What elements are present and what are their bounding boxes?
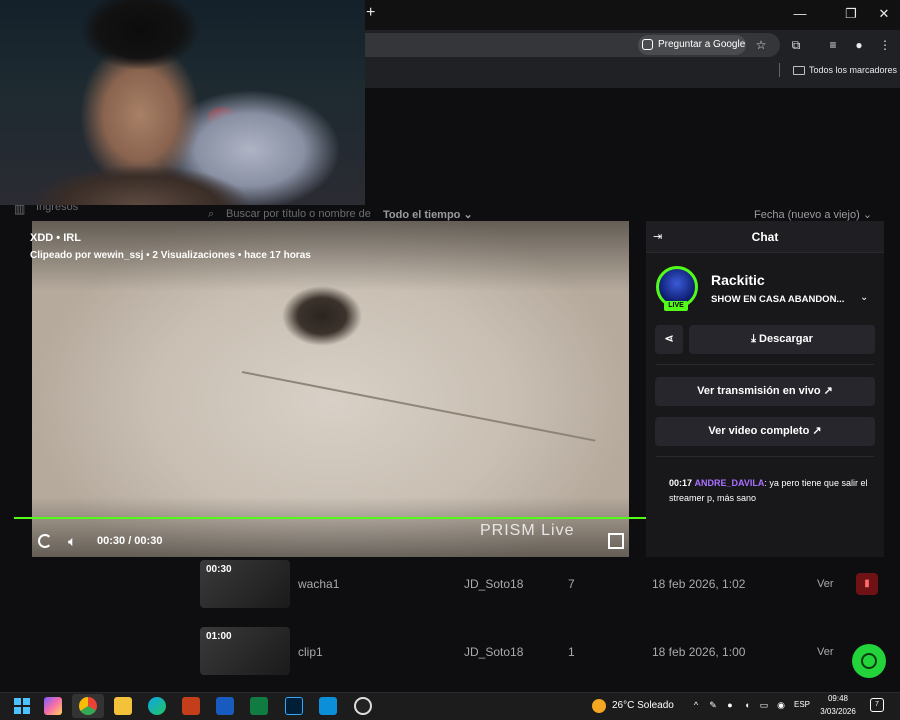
watch-live-label: Ver transmisión en vivo	[697, 385, 821, 397]
watch-live-button[interactable]: Ver transmisión en vivo ↗	[655, 377, 875, 406]
external-link-icon: ↗	[823, 385, 833, 397]
profile-icon[interactable]: ●	[850, 36, 868, 54]
progress-bar[interactable]	[14, 517, 646, 519]
chat-username[interactable]: ANDRE_DAVILA	[695, 478, 765, 488]
windows-start-icon[interactable]	[14, 698, 30, 714]
tab-strip	[360, 0, 900, 30]
clip-title: XDD • IRL	[30, 232, 81, 244]
obs-icon[interactable]	[354, 697, 372, 715]
file-explorer-icon[interactable]	[114, 697, 132, 715]
external-link-icon: ↗	[812, 425, 822, 437]
row-date: 18 feb 2026, 1:00	[652, 645, 746, 659]
folder-icon	[793, 66, 805, 75]
row-date: 18 feb 2026, 1:02	[652, 577, 746, 591]
weather-label[interactable]: 26°C Soleado	[612, 700, 674, 711]
powerpoint-icon[interactable]	[182, 697, 200, 715]
chat-message: 00:17 ANDRE_DAVILA: ya pero tiene que sa…	[669, 476, 869, 506]
close-icon[interactable]: ✕	[876, 6, 892, 22]
row-views: 7	[568, 577, 575, 591]
lens-icon	[642, 39, 653, 50]
ask-google-label: Preguntar a Google	[658, 39, 746, 50]
maximize-icon[interactable]: ❐	[843, 6, 859, 22]
word-icon[interactable]	[216, 697, 234, 715]
battery-icon[interactable]: ▭	[758, 699, 770, 711]
time-display: 00:30 / 00:30	[97, 535, 163, 547]
help-chat-button[interactable]	[852, 644, 886, 678]
webcam-person-hair	[80, 0, 200, 70]
video-frame-detail	[241, 371, 596, 442]
chat-title: Chat	[751, 230, 779, 244]
media-icon[interactable]: ≡	[824, 36, 842, 54]
view-button[interactable]: Ver	[817, 646, 834, 658]
webcam-person-shirt	[30, 160, 250, 205]
watch-full-video-button[interactable]: Ver video completo ↗	[655, 417, 875, 446]
menu-icon[interactable]: ⋮	[876, 36, 894, 54]
watch-full-label: Ver video completo	[708, 425, 810, 437]
clip-meta: Clipeado por wewin_ssj • 2 Visualizacion…	[30, 250, 311, 261]
excel-icon[interactable]	[250, 697, 268, 715]
new-tab-button[interactable]: +	[366, 4, 382, 24]
share-button[interactable]: ⋖	[655, 325, 683, 354]
search-icon: ⌕	[208, 208, 215, 220]
stream-title: SHOW EN CASA ABANDON...	[711, 294, 845, 305]
download-label: Descargar	[759, 333, 813, 345]
minimize-icon[interactable]: —	[792, 6, 808, 22]
volume-icon[interactable]: 🔈︎	[68, 533, 84, 549]
view-button[interactable]: Ver	[817, 578, 834, 590]
chat-timestamp: 00:17	[669, 478, 693, 488]
divider	[656, 364, 874, 365]
star-icon[interactable]: ☆	[752, 36, 770, 54]
row-title: wacha1	[298, 577, 340, 591]
prism-watermark: PRISM Live	[480, 522, 575, 539]
row-author: JD_Soto18	[464, 577, 524, 591]
sort-dropdown[interactable]: Fecha (nuevo a viejo) ⌄	[754, 208, 872, 221]
photoshop-icon[interactable]	[285, 697, 303, 715]
row-duration: 00:30	[206, 564, 232, 575]
bookmarks-divider	[779, 63, 780, 77]
clock-time[interactable]: 09:48	[820, 694, 856, 703]
chrome-icon[interactable]	[79, 697, 97, 715]
row-title: clip1	[298, 645, 323, 659]
streamer-name[interactable]: Rackitic	[711, 272, 765, 288]
extensions-icon[interactable]: ⧉	[787, 36, 805, 54]
ask-google-button[interactable]: Preguntar a Google	[638, 35, 746, 55]
row-views: 1	[568, 645, 575, 659]
tray-chevron-icon[interactable]: ^	[690, 699, 702, 711]
clock-date[interactable]: 3/03/2026	[816, 707, 860, 716]
download-icon: ⤓	[751, 333, 760, 345]
chevron-down-icon[interactable]: ⌄	[860, 292, 872, 304]
row-author: JD_Soto18	[464, 645, 524, 659]
language-indicator[interactable]: ESP	[794, 700, 810, 709]
share-icon: ⋖	[664, 333, 674, 345]
live-badge: LIVE	[664, 301, 688, 311]
delete-button[interactable]: ▮	[856, 573, 878, 595]
all-bookmarks-link[interactable]: Todos los marcadores	[809, 65, 897, 75]
replay-icon[interactable]	[38, 534, 52, 548]
download-button[interactable]: ⤓ Descargar	[689, 325, 875, 354]
notifications-icon[interactable]: 7	[870, 698, 884, 712]
divider	[656, 456, 874, 457]
microphone-icon[interactable]: ●	[724, 699, 736, 711]
chat-bubble-icon	[861, 653, 877, 669]
search-placeholder: Buscar por título o nombre de	[226, 208, 371, 220]
fullscreen-icon[interactable]	[608, 533, 624, 549]
network-icon[interactable]: ◉	[775, 699, 787, 711]
copilot-icon[interactable]	[44, 697, 62, 715]
store-icon[interactable]	[319, 697, 337, 715]
sun-icon	[592, 699, 606, 713]
pen-icon[interactable]: ✎	[707, 699, 719, 711]
edge-icon[interactable]	[148, 697, 166, 715]
webcam-overlay	[0, 0, 365, 205]
row-duration: 01:00	[206, 631, 232, 642]
speaker-icon[interactable]: ◖	[741, 699, 753, 711]
time-filter-dropdown[interactable]: Todo el tiempo ⌄	[383, 208, 473, 221]
video-player[interactable]	[32, 221, 629, 557]
